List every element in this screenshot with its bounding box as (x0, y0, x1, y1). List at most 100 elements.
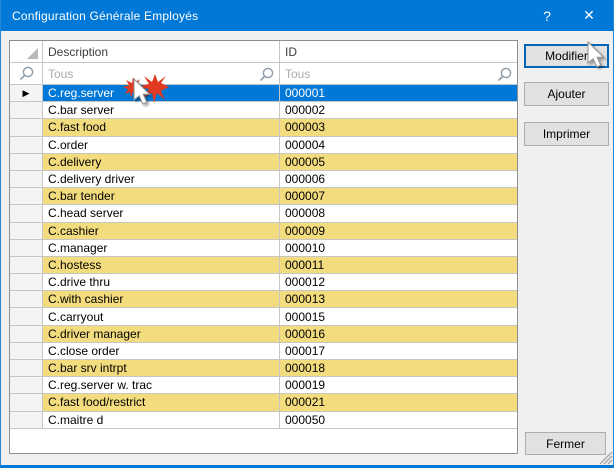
id-cell[interactable]: 000013 (280, 291, 517, 308)
id-cell[interactable]: 000001 (280, 85, 517, 102)
description-cell[interactable]: C.bar server (43, 102, 280, 119)
row-header-cell[interactable]: ▶ (10, 85, 43, 102)
filter-placeholder-id: Tous (285, 67, 310, 81)
id-cell[interactable]: 000005 (280, 154, 517, 171)
table-row[interactable]: C.fast food/restrict000021 (10, 394, 517, 411)
description-cell[interactable]: C.delivery driver (43, 171, 280, 188)
table-row[interactable]: C.hostess000011 (10, 257, 517, 274)
description-cell[interactable]: C.fast food/restrict (43, 394, 280, 411)
id-cell[interactable]: 000011 (280, 257, 517, 274)
grid-header-row: Description ID (10, 41, 517, 63)
id-cell[interactable]: 000021 (280, 394, 517, 411)
id-cell[interactable]: 000015 (280, 308, 517, 325)
table-row[interactable]: C.manager000010 (10, 240, 517, 257)
row-header-cell[interactable] (10, 205, 43, 222)
modifier-button[interactable]: Modifier (524, 44, 609, 68)
table-row[interactable]: C.cashier000009 (10, 223, 517, 240)
id-cell[interactable]: 000004 (280, 137, 517, 154)
id-cell[interactable]: 000006 (280, 171, 517, 188)
select-all-corner-cell[interactable] (10, 41, 43, 63)
row-header-cell[interactable] (10, 326, 43, 343)
close-button[interactable]: ✕ (574, 0, 604, 31)
grid-filter-row: Tous Tous (10, 63, 517, 85)
id-cell[interactable]: 000012 (280, 274, 517, 291)
id-cell[interactable]: 000018 (280, 360, 517, 377)
row-header-cell[interactable] (10, 274, 43, 291)
table-row[interactable]: C.bar server000002 (10, 102, 517, 119)
row-header-cell[interactable] (10, 412, 43, 429)
table-row[interactable]: C.drive thru000012 (10, 274, 517, 291)
description-cell[interactable]: C.bar tender (43, 188, 280, 205)
description-cell[interactable]: C.reg.server w. trac (43, 377, 280, 394)
id-cell[interactable]: 000009 (280, 223, 517, 240)
id-cell[interactable]: 000019 (280, 377, 517, 394)
row-header-cell[interactable] (10, 102, 43, 119)
table-row[interactable]: C.maitre d000050 (10, 412, 517, 429)
description-cell[interactable]: C.bar srv intrpt (43, 360, 280, 377)
id-cell[interactable]: 000003 (280, 119, 517, 136)
current-row-indicator-icon: ▶ (23, 89, 30, 98)
description-cell[interactable]: C.manager (43, 240, 280, 257)
table-row[interactable]: C.carryout000015 (10, 308, 517, 325)
row-header-cell[interactable] (10, 154, 43, 171)
row-header-cell[interactable] (10, 171, 43, 188)
dialog-window: Configuration Générale Employés ? ✕ Desc… (0, 0, 614, 468)
description-cell[interactable]: C.driver manager (43, 326, 280, 343)
help-button[interactable]: ? (532, 0, 562, 31)
id-cell[interactable]: 000016 (280, 326, 517, 343)
table-row[interactable]: C.head server000008 (10, 205, 517, 222)
resize-grip[interactable] (596, 448, 613, 465)
filter-row-header-cell[interactable] (10, 63, 43, 85)
description-cell[interactable]: C.fast food (43, 119, 280, 136)
row-header-cell[interactable] (10, 343, 43, 360)
description-cell[interactable]: C.reg.server (43, 85, 280, 102)
grid-body: ▶C.reg.server000001C.bar server000002C.f… (10, 85, 517, 429)
table-row[interactable]: C.bar tender000007 (10, 188, 517, 205)
table-row[interactable]: C.driver manager000016 (10, 326, 517, 343)
id-cell[interactable]: 000002 (280, 102, 517, 119)
fermer-button[interactable]: Fermer (525, 432, 606, 455)
row-header-cell[interactable] (10, 240, 43, 257)
row-header-cell[interactable] (10, 377, 43, 394)
imprimer-button[interactable]: Imprimer (524, 122, 609, 146)
description-cell[interactable]: C.with cashier (43, 291, 280, 308)
description-cell[interactable]: C.carryout (43, 308, 280, 325)
row-header-cell[interactable] (10, 394, 43, 411)
search-icon (258, 66, 275, 83)
filter-input-id[interactable]: Tous (280, 63, 517, 85)
row-header-cell[interactable] (10, 119, 43, 136)
column-header-id[interactable]: ID (280, 41, 517, 63)
description-cell[interactable]: C.hostess (43, 257, 280, 274)
row-header-cell[interactable] (10, 137, 43, 154)
row-header-cell[interactable] (10, 360, 43, 377)
table-row[interactable]: C.reg.server w. trac000019 (10, 377, 517, 394)
table-row[interactable]: C.delivery000005 (10, 154, 517, 171)
row-header-cell[interactable] (10, 308, 43, 325)
table-row[interactable]: C.bar srv intrpt000018 (10, 360, 517, 377)
description-cell[interactable]: C.cashier (43, 223, 280, 240)
column-header-description[interactable]: Description (43, 41, 280, 63)
id-cell[interactable]: 000007 (280, 188, 517, 205)
table-row[interactable]: ▶ C.reg.server000001 (10, 85, 517, 102)
description-cell[interactable]: C.delivery (43, 154, 280, 171)
row-header-cell[interactable] (10, 188, 43, 205)
id-cell[interactable]: 000010 (280, 240, 517, 257)
table-row[interactable]: C.fast food000003 (10, 119, 517, 136)
description-cell[interactable]: C.close order (43, 343, 280, 360)
row-header-cell[interactable] (10, 291, 43, 308)
description-cell[interactable]: C.maitre d (43, 412, 280, 429)
row-header-cell[interactable] (10, 257, 43, 274)
id-cell[interactable]: 000017 (280, 343, 517, 360)
id-cell[interactable]: 000050 (280, 412, 517, 429)
filter-input-description[interactable]: Tous (43, 63, 280, 85)
table-row[interactable]: C.delivery driver000006 (10, 171, 517, 188)
table-row[interactable]: C.close order000017 (10, 343, 517, 360)
ajouter-button[interactable]: Ajouter (524, 82, 609, 106)
row-header-cell[interactable] (10, 223, 43, 240)
table-row[interactable]: C.order000004 (10, 137, 517, 154)
id-cell[interactable]: 000008 (280, 205, 517, 222)
description-cell[interactable]: C.order (43, 137, 280, 154)
table-row[interactable]: C.with cashier000013 (10, 291, 517, 308)
description-cell[interactable]: C.head server (43, 205, 280, 222)
description-cell[interactable]: C.drive thru (43, 274, 280, 291)
